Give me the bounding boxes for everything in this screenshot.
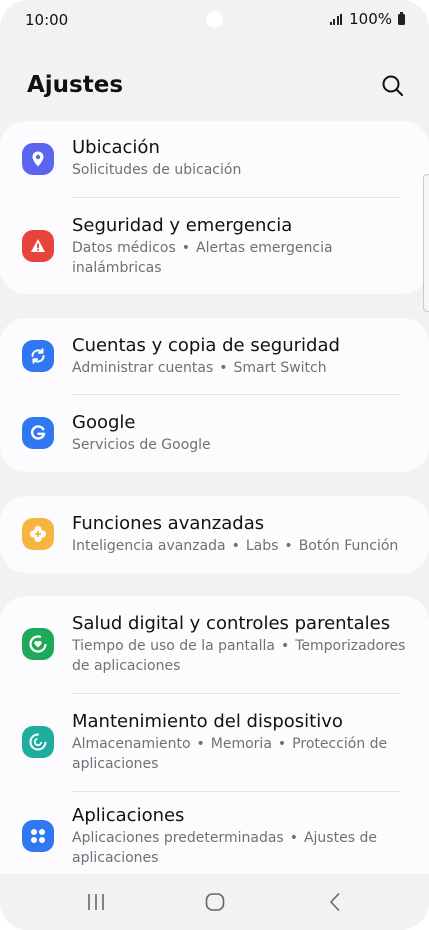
status-bar: 10:00 100%: [0, 0, 429, 40]
search-icon: [382, 75, 403, 96]
recents-button[interactable]: [84, 890, 108, 914]
item-title: Mantenimiento del dispositivo: [72, 711, 343, 732]
subtitle-part: Memoria: [210, 736, 272, 752]
settings-item-advanced[interactable]: Funciones avanzadas Inteligencia avanzad…: [0, 496, 429, 573]
battery-percent: 100%: [349, 10, 392, 28]
subtitle-part: Temporizadores: [295, 638, 406, 654]
subtitle-part: aplicaciones: [72, 756, 159, 772]
subtitle-part: Smart Switch: [233, 360, 327, 376]
page-title: Ajustes: [27, 72, 124, 98]
settings-item-maintenance[interactable]: Mantenimiento del dispositivo Almacenami…: [0, 694, 429, 792]
subtitle-part: inalámbricas: [72, 260, 162, 276]
item-subtitle: Servicios de Google: [72, 437, 211, 453]
item-title: Aplicaciones: [72, 805, 185, 826]
settings-group-2: Cuentas y copia de seguridad Administrar…: [0, 318, 429, 472]
subtitle-part: Datos médicos: [72, 240, 176, 256]
item-title: Ubicación: [72, 137, 160, 158]
sync-icon: [22, 340, 54, 372]
item-title: Seguridad y emergencia: [72, 215, 293, 236]
battery-icon: [398, 11, 405, 25]
puzzle-plus-icon: [22, 518, 54, 550]
signal-icon: [329, 13, 343, 25]
subtitle-part: Inteligencia avanzada: [72, 538, 226, 554]
settings-item-security[interactable]: Seguridad y emergencia Datos médicos • Ale…: [0, 198, 429, 294]
search-button[interactable]: [379, 72, 407, 100]
settings-group-3: Funciones avanzadas Inteligencia avanzad…: [0, 496, 429, 573]
item-subtitle: Aplicaciones predeterminadas • Ajustes de a…: [72, 830, 377, 866]
item-title: Google: [72, 412, 136, 433]
subtitle-part: aplicaciones: [72, 850, 159, 866]
item-subtitle: Inteligencia avanzada • Labs • Botón Función: [72, 538, 399, 554]
subtitle-part: Botón Función: [298, 538, 399, 554]
settings-group-1: Ubicación Solicitudes de ubicación Segur…: [0, 121, 429, 294]
subtitle-part: Aplicaciones predeterminadas: [72, 830, 284, 846]
recents-icon: [88, 894, 104, 910]
refresh-ring-icon: [22, 726, 54, 758]
settings-item-google[interactable]: Google Servicios de Google: [0, 395, 429, 472]
settings-item-location[interactable]: Ubicación Solicitudes de ubicación: [0, 121, 429, 198]
settings-item-apps[interactable]: Aplicaciones Aplicaciones predeterminada…: [0, 792, 429, 882]
google-icon: [22, 417, 54, 449]
status-time: 10:00: [25, 11, 69, 29]
item-title: Funciones avanzadas: [72, 513, 265, 534]
subtitle-part: Administrar cuentas: [72, 360, 214, 376]
subtitle-part: de aplicaciones: [72, 658, 181, 674]
camera-cutout: [206, 11, 223, 28]
subtitle-part: Alertas emergencia: [196, 240, 333, 256]
home-button[interactable]: [203, 890, 227, 914]
back-icon: [330, 893, 340, 911]
phone-screen: 10:00 100% Ajustes Ubicación Solicitudes…: [0, 0, 429, 930]
item-title: Cuentas y copia de seguridad: [72, 335, 340, 356]
home-icon: [205, 893, 225, 911]
alert-icon: [22, 230, 54, 262]
navigation-bar: [0, 874, 429, 930]
subtitle-part: Ajustes de: [303, 830, 377, 846]
subtitle-part: Labs: [245, 538, 279, 554]
settings-item-digital-wellbeing[interactable]: Salud digital y controles parentales Tie…: [0, 596, 429, 694]
scrollbar[interactable]: [423, 174, 429, 312]
item-subtitle: Tiempo de uso de la pantalla • Temporizado…: [72, 638, 406, 674]
status-indicators: 100%: [329, 10, 405, 28]
subtitle-part: Tiempo de uso de la pantalla: [72, 638, 275, 654]
item-subtitle: Almacenamiento • Memoria • Protección de apli…: [72, 736, 388, 772]
subtitle-part: Almacenamiento: [72, 736, 191, 752]
settings-group-4: Salud digital y controles parentales Tie…: [0, 596, 429, 896]
settings-item-accounts[interactable]: Cuentas y copia de seguridad Administrar…: [0, 318, 429, 395]
item-subtitle: Administrar cuentas • Smart Switch: [72, 360, 327, 376]
heart-ring-icon: [22, 628, 54, 660]
apps-grid-icon: [22, 820, 54, 852]
back-button[interactable]: [323, 890, 347, 914]
location-pin-icon: [22, 143, 54, 175]
item-subtitle: Datos médicos • Alertas emergencia inalámbr…: [72, 240, 333, 276]
item-subtitle: Solicitudes de ubicación: [72, 162, 242, 178]
item-title: Salud digital y controles parentales: [72, 613, 391, 634]
subtitle-part: Protección de: [292, 736, 388, 752]
settings-header: Ajustes: [0, 70, 429, 106]
